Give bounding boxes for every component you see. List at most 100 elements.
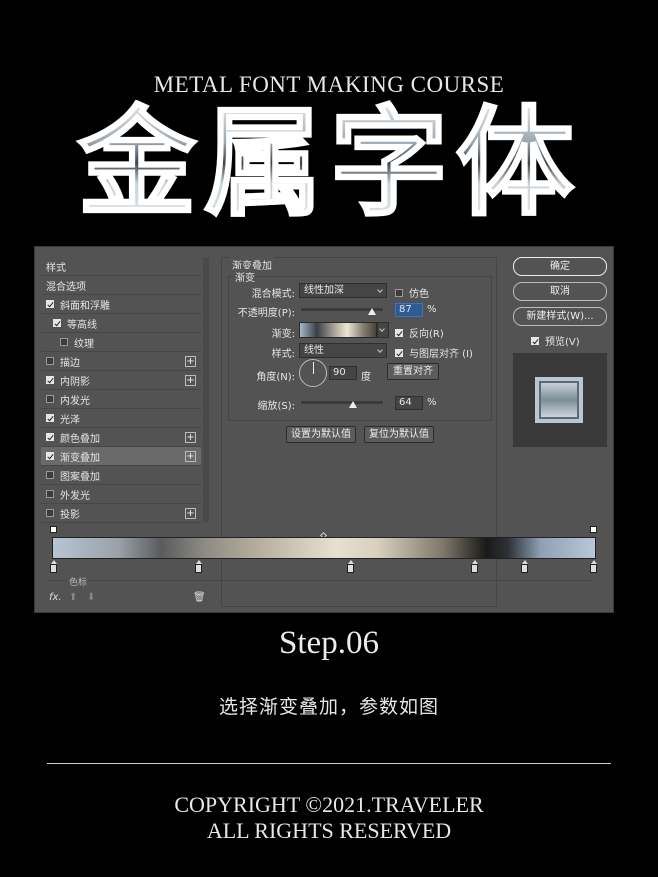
style-checkbox[interactable] <box>46 414 54 422</box>
style-checkbox[interactable] <box>53 319 61 327</box>
cancel-button[interactable]: 取消 <box>513 282 607 301</box>
step-description: 选择渐变叠加，参数如图 <box>218 696 439 718</box>
style-value: 线性 <box>304 345 324 356</box>
style-item-label: 内阴影 <box>60 376 90 388</box>
move-up-icon[interactable]: ⬆ <box>69 592 77 603</box>
style-item[interactable]: 渐变叠加 + <box>41 447 201 466</box>
dither-option[interactable]: 仿色 <box>395 285 429 300</box>
style-checkbox[interactable] <box>46 395 54 403</box>
style-checkbox[interactable] <box>46 300 54 308</box>
step-heading: Step.06 <box>279 625 379 661</box>
style-checkbox[interactable] <box>46 471 54 479</box>
hero-title: 金属字体 <box>50 93 610 234</box>
opacity-stop-right[interactable] <box>590 526 597 533</box>
divider <box>49 580 593 581</box>
set-default-button[interactable]: 设置为默认值 <box>286 426 356 443</box>
gradient-subgroup: 渐变 混合模式: 线性加深 仿色 不透明度(P): 87 % 渐变: 反向(R)… <box>228 269 492 421</box>
opacity-stop-left[interactable] <box>50 526 57 533</box>
style-item-label: 光泽 <box>60 414 80 426</box>
angle-unit: 度 <box>361 372 371 383</box>
style-item-label: 外发光 <box>60 490 90 502</box>
preview-label: 预览(V) <box>545 337 580 348</box>
style-checkbox[interactable] <box>46 376 54 384</box>
preview-thumbnail <box>535 377 583 423</box>
style-item-label: 纹理 <box>74 338 94 350</box>
style-checkbox[interactable] <box>46 357 54 365</box>
angle-label: 角度(N): <box>256 372 295 383</box>
scale-input[interactable]: 64 <box>395 396 423 410</box>
add-effect-icon[interactable]: + <box>185 451 196 462</box>
scale-slider[interactable] <box>301 401 383 404</box>
new-style-button[interactable]: 新建样式(W)... <box>513 307 607 326</box>
style-item[interactable]: 图案叠加 <box>41 466 201 485</box>
style-item-label: 图案叠加 <box>60 471 100 483</box>
gradient-dropdown[interactable] <box>377 322 389 338</box>
opacity-label: 不透明度(P): <box>237 308 295 319</box>
scale-slider-thumb[interactable] <box>349 401 358 408</box>
style-item[interactable]: 光泽 <box>41 409 201 428</box>
reverse-checkbox[interactable] <box>395 328 403 337</box>
add-effect-icon[interactable]: + <box>185 375 196 386</box>
dither-checkbox[interactable] <box>395 288 403 297</box>
opacity-unit: % <box>427 304 437 315</box>
style-item[interactable]: 等高线 <box>41 314 201 333</box>
opacity-slider-thumb[interactable] <box>368 308 377 315</box>
style-item[interactable]: 外发光 <box>41 485 201 504</box>
reset-alignment-button[interactable]: 重置对齐 <box>387 363 439 380</box>
styles-list-scrollbar[interactable] <box>203 257 209 522</box>
style-checkbox[interactable] <box>46 433 54 441</box>
style-item[interactable]: 内阴影 + <box>41 371 201 390</box>
reverse-option[interactable]: 反向(R) <box>395 325 444 340</box>
style-item[interactable]: 斜面和浮雕 <box>41 295 201 314</box>
gradient-picker[interactable] <box>299 322 377 338</box>
preview-option[interactable]: 预览(V) <box>531 333 580 348</box>
color-stop[interactable] <box>50 560 57 573</box>
style-item[interactable]: 颜色叠加 + <box>41 428 201 447</box>
add-effect-icon[interactable]: + <box>185 432 196 443</box>
style-item-label: 内发光 <box>60 395 90 407</box>
add-effect-icon[interactable]: + <box>185 508 196 519</box>
opacity-input[interactable]: 87 <box>395 303 423 317</box>
color-stop[interactable] <box>471 560 478 573</box>
trash-icon[interactable]: 🗑 <box>193 592 206 603</box>
style-item[interactable]: 混合选项 <box>41 276 201 295</box>
color-stop[interactable] <box>590 560 597 573</box>
align-option[interactable]: 与图层对齐 (I) <box>395 345 473 360</box>
style-checkbox[interactable] <box>46 452 54 460</box>
align-label: 与图层对齐 (I) <box>409 349 473 360</box>
angle-dial[interactable] <box>299 359 327 387</box>
course-title: METAL FONT MAKING COURSE <box>153 72 505 97</box>
preview-checkbox[interactable] <box>531 336 539 345</box>
style-checkbox[interactable] <box>60 338 68 346</box>
subgroup-title: 渐变 <box>233 269 257 284</box>
style-checkbox[interactable] <box>46 490 54 498</box>
blend-mode-select[interactable]: 线性加深 <box>299 283 387 298</box>
style-item[interactable]: 内发光 <box>41 390 201 409</box>
style-checkbox[interactable] <box>46 509 54 517</box>
metal-title-graphic: 金属字体 <box>76 93 576 234</box>
style-item[interactable]: 样式 <box>41 257 201 276</box>
scale-unit: % <box>427 397 437 408</box>
align-checkbox[interactable] <box>395 348 403 357</box>
ok-button[interactable]: 确定 <box>513 257 607 276</box>
fx-button[interactable]: fx. <box>49 592 62 603</box>
style-item[interactable]: 纹理 <box>41 333 201 352</box>
style-item[interactable]: 投影 + <box>41 504 201 523</box>
reverse-label: 反向(R) <box>409 329 444 340</box>
style-item-label: 斜面和浮雕 <box>60 300 110 312</box>
gradient-editor-bar[interactable] <box>52 537 596 559</box>
style-item-label: 样式 <box>46 262 66 274</box>
angle-input[interactable]: 90 <box>329 366 357 380</box>
reset-default-button[interactable]: 复位为默认值 <box>364 426 434 443</box>
color-stop[interactable] <box>347 560 354 573</box>
move-down-icon[interactable]: ⬇ <box>87 592 95 603</box>
style-list-toolbar: fx. ⬆ ⬇ 🗑 <box>47 592 207 608</box>
add-effect-icon[interactable]: + <box>185 356 196 367</box>
blend-mode-label: 混合模式: <box>251 289 295 300</box>
color-stop[interactable] <box>521 560 528 573</box>
style-item[interactable]: 描边 + <box>41 352 201 371</box>
style-preview <box>513 353 607 447</box>
style-item-label: 投影 <box>60 509 80 521</box>
style-select[interactable]: 线性 <box>299 343 387 358</box>
color-stop[interactable] <box>195 560 202 573</box>
